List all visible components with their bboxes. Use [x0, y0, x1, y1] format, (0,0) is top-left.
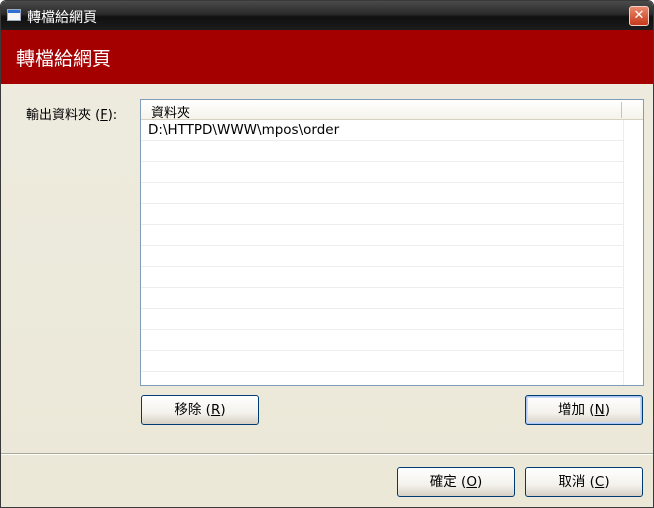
footer-separator	[1, 453, 653, 455]
close-icon: ✕	[633, 8, 645, 23]
output-folder-label: 輸出資料夾 (F):	[26, 108, 118, 123]
list-item[interactable]: D:\HTTPD\WWW\mpos\order	[141, 120, 623, 140]
cancel-button[interactable]: 取消 (C)	[525, 467, 643, 497]
window-title: 轉檔給網頁	[27, 10, 97, 26]
list-item-path: D:\HTTPD\WWW\mpos\order	[148, 122, 340, 138]
folder-list[interactable]: 資料夾 D:\HTTPD\WWW\mpos\order	[140, 99, 644, 386]
window-icon	[7, 9, 21, 21]
column-header-folder[interactable]: 資料夾	[151, 102, 190, 121]
close-button[interactable]: ✕	[629, 6, 649, 26]
list-header: 資料夾	[141, 100, 643, 121]
banner-title: 轉檔給網頁	[16, 48, 112, 70]
remove-button[interactable]: 移除 (R)	[141, 395, 259, 425]
column-divider[interactable]	[621, 102, 622, 118]
add-button[interactable]: 增加 (N)	[525, 395, 643, 425]
column-gridline	[623, 120, 624, 385]
title-bar[interactable]: 轉檔給網頁 ✕	[1, 1, 653, 30]
header-banner: 轉檔給網頁	[1, 30, 653, 84]
dialog-window: 轉檔給網頁 ✕ 轉檔給網頁 輸出資料夾 (F): 資料夾 D:\HTTPD\WW…	[0, 0, 654, 508]
ok-button[interactable]: 確定 (O)	[397, 467, 515, 497]
list-body[interactable]: D:\HTTPD\WWW\mpos\order	[141, 120, 623, 385]
